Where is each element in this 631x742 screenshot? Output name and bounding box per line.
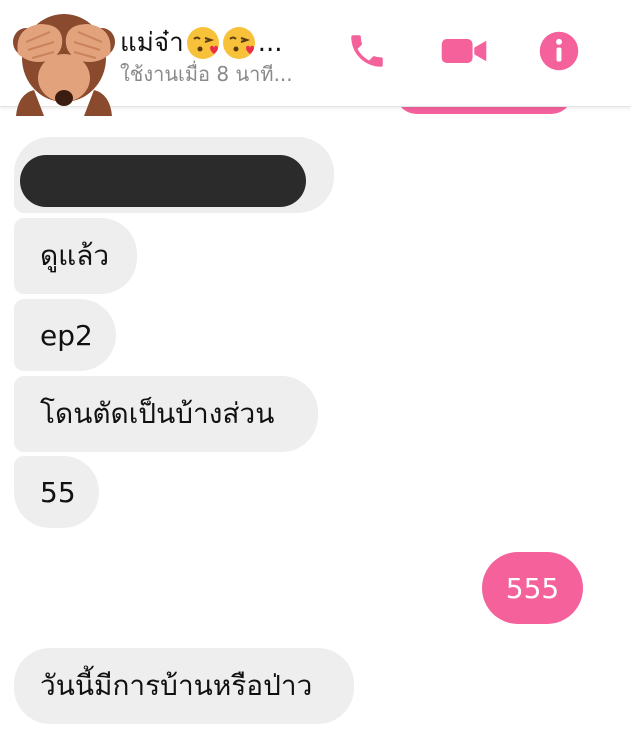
kissing-heart-emoji-icon [186,26,219,59]
message-text: โดนตัดเป็นบ้างส่วน [40,397,275,430]
contact-name[interactable]: แม่จ๋า [120,22,184,63]
message-bubble-sent[interactable]: 555 [482,552,583,624]
redacted-text [20,155,306,207]
message-text: วันนี้มีการบ้านหรือป่าว [40,669,313,702]
message-bubble-received[interactable]: ดูแล้ว [14,218,137,294]
video-camera-icon[interactable] [440,30,488,72]
kissing-heart-emoji-icon [222,26,255,59]
message-text: ep2 [40,318,93,352]
message-text: ดูแล้ว [40,239,110,272]
phone-icon[interactable] [346,30,388,72]
message-text: 555 [505,571,560,605]
avatar[interactable] [12,12,116,116]
info-icon[interactable] [538,30,580,72]
name-ellipsis: ... [257,27,283,58]
message-text: 55 [40,475,76,509]
active-status: ใช้งานเมื่อ 8 นาที... [120,62,293,86]
message-bubble-received[interactable]: ep2 [14,299,116,371]
message-bubble-received[interactable]: 55 [14,456,99,528]
message-bubble-received[interactable]: วันนี้มีการบ้านหรือป่าว [14,648,354,724]
contact-name-row[interactable]: แม่จ๋า ... [120,22,283,63]
message-bubble-received[interactable]: โดนตัดเป็นบ้างส่วน [14,376,318,452]
